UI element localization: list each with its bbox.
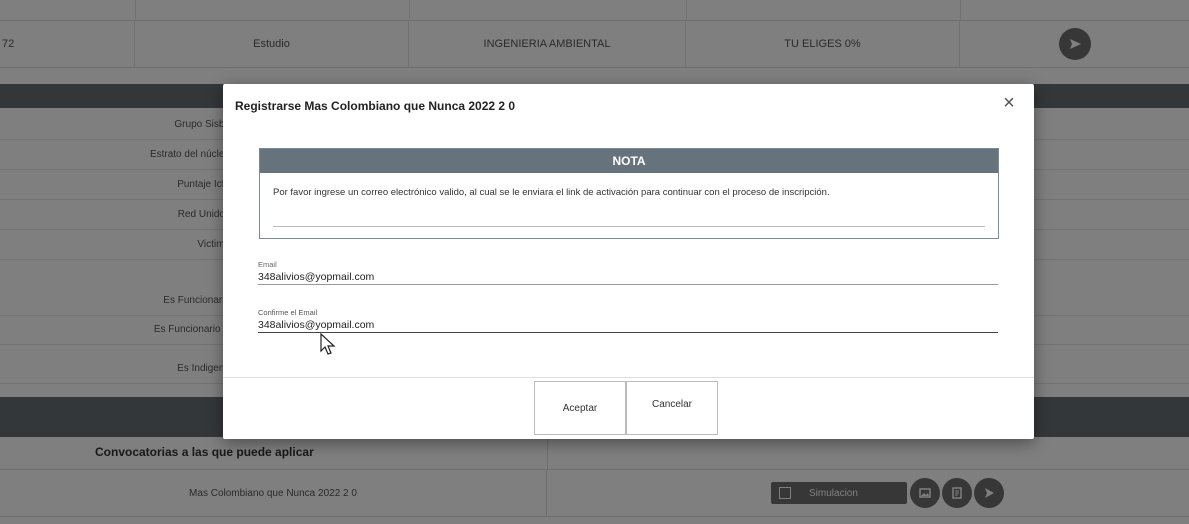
- note-panel: NOTA Por favor ingrese un correo electró…: [259, 148, 999, 239]
- confirm-email-field[interactable]: Confirme el Email 348alivios@yopmail.com: [258, 308, 998, 333]
- email-label: Email: [258, 260, 277, 269]
- close-icon[interactable]: ×: [1000, 93, 1018, 113]
- cancel-button[interactable]: Cancelar: [626, 381, 718, 435]
- note-text: Por favor ingrese un correo electrónico …: [273, 187, 830, 198]
- email-field[interactable]: Email 348alivios@yopmail.com: [258, 260, 998, 285]
- confirm-email-label: Confirme el Email: [258, 308, 318, 317]
- note-divider: [273, 226, 985, 227]
- register-modal: Registrarse Mas Colombiano que Nunca 202…: [223, 84, 1034, 439]
- accept-button[interactable]: Aceptar: [534, 381, 626, 435]
- modal-footer-divider: [223, 377, 1034, 378]
- email-input[interactable]: 348alivios@yopmail.com: [258, 270, 998, 285]
- confirm-email-input[interactable]: 348alivios@yopmail.com: [258, 318, 998, 333]
- note-heading: NOTA: [260, 149, 998, 173]
- mouse-pointer-icon: [320, 333, 336, 355]
- modal-title: Registrarse Mas Colombiano que Nunca 202…: [235, 99, 516, 113]
